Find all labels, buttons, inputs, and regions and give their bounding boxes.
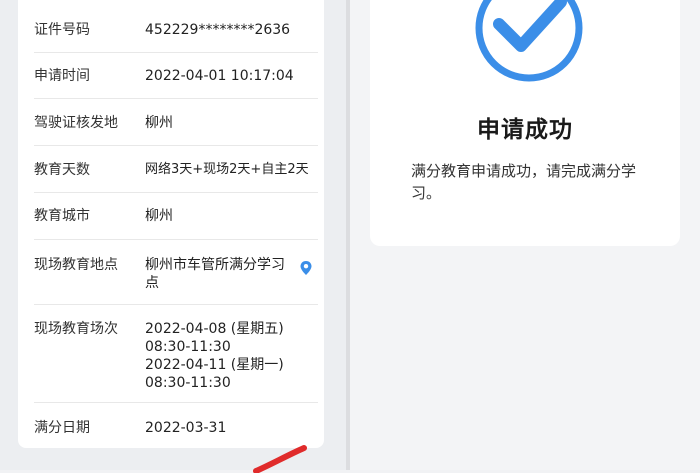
application-details-card: 证件号码 452229********2636 申请时间 2022-04-01 … <box>18 0 324 448</box>
detail-value: 2022-04-01 10:17:04 <box>145 68 294 84</box>
detail-label: 证件号码 <box>34 22 90 38</box>
detail-value: 柳州市车管所满分学习点 <box>145 257 285 291</box>
session-time: 08:30-11:30 <box>145 339 231 355</box>
divider <box>34 402 318 403</box>
detail-value: 452229********2636 <box>145 22 291 38</box>
right-screen: 申请成功 满分教育申请成功，请完成满分学习。 <box>350 0 700 470</box>
divider <box>34 192 318 193</box>
left-screen: 证件号码 452229********2636 申请时间 2022-04-01 … <box>0 0 346 473</box>
detail-value: 网络3天+现场2天+自主2天 <box>145 162 309 177</box>
divider <box>34 98 318 99</box>
detail-value: 2022-03-31 <box>145 420 227 436</box>
detail-label: 申请时间 <box>34 68 90 84</box>
location-pin-icon[interactable] <box>299 260 313 276</box>
divider <box>34 239 318 240</box>
detail-label: 满分日期 <box>34 420 90 436</box>
session-date: 2022-04-08 (星期五) <box>145 321 284 337</box>
detail-label: 现场教育地点 <box>34 257 118 273</box>
divider <box>34 145 318 146</box>
success-message: 满分教育申请成功，请完成满分学习。 <box>411 162 637 202</box>
success-card: 申请成功 满分教育申请成功，请完成满分学习。 <box>370 0 680 246</box>
success-title: 申请成功 <box>477 117 573 143</box>
session-time: 08:30-11:30 <box>145 375 231 391</box>
detail-label: 教育天数 <box>34 162 90 178</box>
detail-value: 柳州 <box>145 208 173 224</box>
session-list: 2022-04-08 (星期五) 08:30-11:30 2022-04-11 … <box>145 320 317 392</box>
detail-value: 柳州 <box>145 115 173 131</box>
divider <box>34 304 318 305</box>
detail-label: 驾驶证核发地 <box>34 115 118 131</box>
detail-label: 现场教育场次 <box>34 321 118 337</box>
check-circle-icon <box>475 0 583 82</box>
detail-label: 教育城市 <box>34 208 90 224</box>
red-annotation-stroke <box>253 445 307 473</box>
divider <box>34 52 318 53</box>
session-date: 2022-04-11 (星期一) <box>145 357 284 373</box>
